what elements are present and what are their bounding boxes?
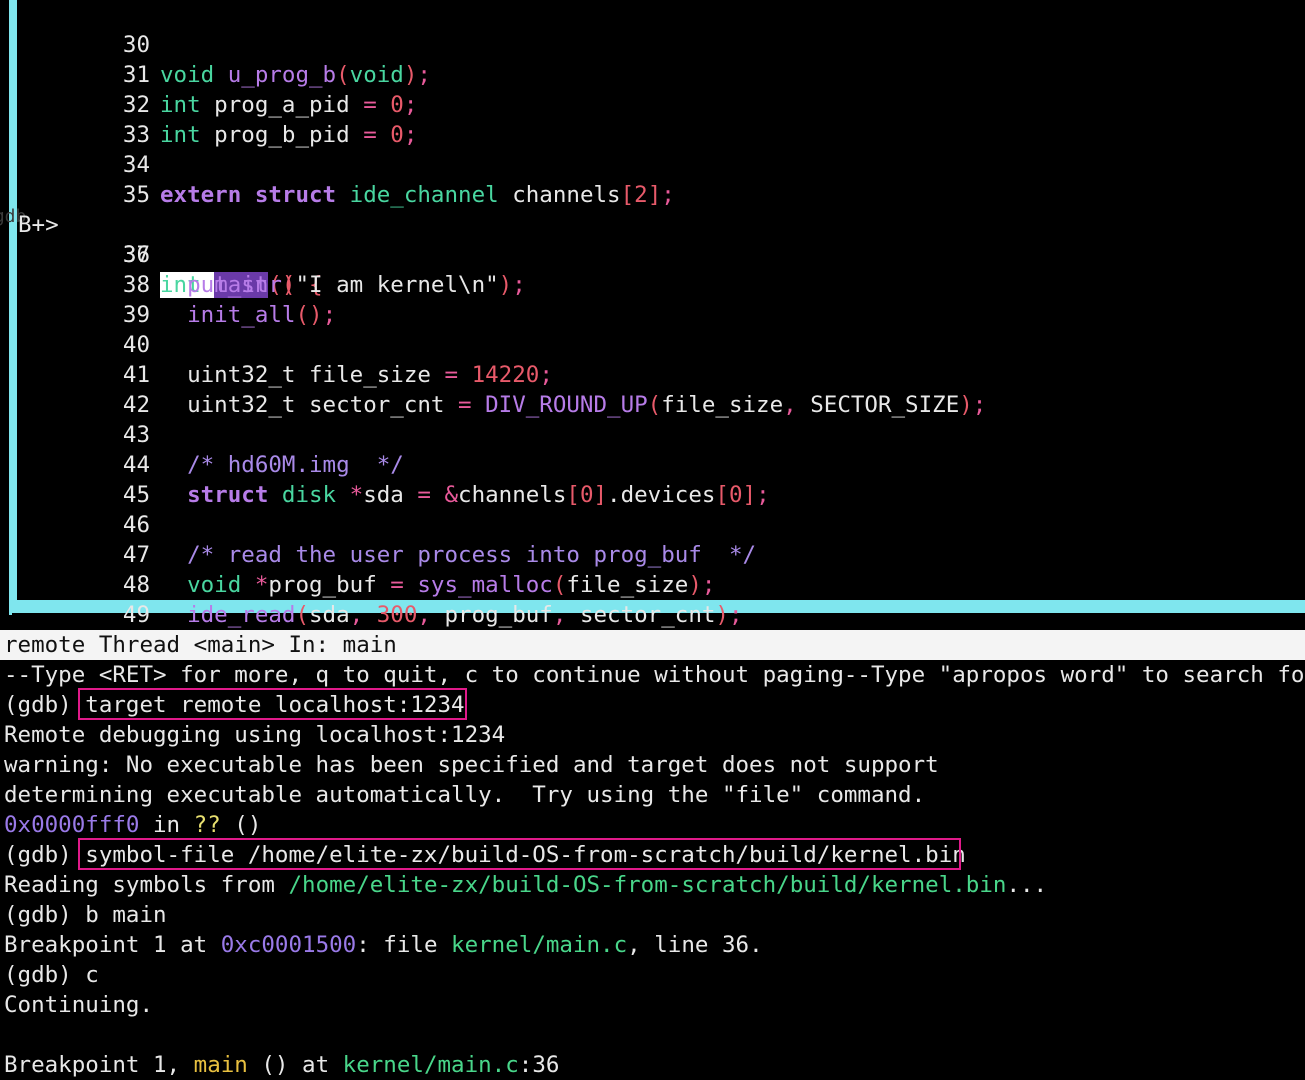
source-line: 32 int prog_b_pid = 0; — [17, 60, 1305, 148]
source-pane[interactable]: +gdb 30 void u_prog_b(void); 31 int prog… — [0, 0, 1305, 628]
source-line: 43 /* hd60M.img */ — [17, 390, 1305, 478]
source-line: 44 struct disk *sda = &channels[0].devic… — [17, 420, 1305, 508]
console-line: (gdb) b main — [4, 900, 167, 930]
console-line: Breakpoint 1 at 0xc0001500: file kernel/… — [4, 930, 763, 960]
status-bar: remote Thread <main> In: main — [0, 630, 1305, 660]
function-name: main — [193, 1052, 248, 1078]
gdb-prompt: (gdb) — [4, 692, 86, 718]
source-line: 42 — [17, 360, 1305, 418]
file-path: /home/elite-zx/build-OS-from-scratch/bui… — [288, 872, 1007, 898]
unknown-function: ?? — [193, 812, 221, 838]
text: : file — [356, 932, 452, 958]
highlight-box — [78, 838, 961, 870]
address: 0x0000fff0 — [4, 812, 140, 838]
highlight-box — [78, 688, 467, 720]
console-line: --Type <RET> for more, q to quit, c to c… — [4, 662, 1305, 688]
gdb-prompt: (gdb) — [4, 902, 86, 928]
text: Breakpoint 1 at — [4, 932, 221, 958]
console-line: Continuing. — [4, 992, 154, 1018]
command-text: c — [85, 962, 99, 988]
source-line: 37 put_str("I am kernel\n"); — [17, 210, 1305, 298]
source-line: 35 — [17, 150, 1305, 208]
source-line: 45 — [17, 450, 1305, 508]
text: () at — [247, 1052, 343, 1078]
source-line: 34 extern struct ide_channel channels[2]… — [17, 120, 1305, 208]
source-line: 33 — [17, 90, 1305, 148]
source-line: 46 /* read the user process into prog_bu… — [17, 480, 1305, 568]
source-line: 30 void u_prog_b(void); — [17, 0, 1305, 88]
text: , line 36. — [627, 932, 763, 958]
console-line: Reading symbols from /home/elite-zx/buil… — [4, 870, 1047, 900]
text: :36 — [518, 1052, 560, 1078]
command-text: b main — [85, 902, 167, 928]
console-line: Breakpoint 1, main () at kernel/main.c:3… — [4, 1050, 559, 1080]
source-line: 48 ide_read(sda, 300, prog_buf, sector_c… — [17, 540, 1305, 628]
console-line: warning: No executable has been specifie… — [4, 752, 939, 778]
source-line: 41 uint32_t sector_cnt = DIV_ROUND_UP(fi… — [17, 330, 1305, 418]
text: Breakpoint 1, — [4, 1052, 194, 1078]
gdb-prompt: (gdb) — [4, 842, 86, 868]
gdb-prompt: (gdb) — [4, 962, 86, 988]
source-line-current: B+> 36 int main() { — [17, 180, 1305, 298]
source-line: 40 uint32_t file_size = 14220; — [17, 300, 1305, 388]
source-line: 31 int prog_a_pid = 0; — [17, 30, 1305, 118]
text: () — [220, 812, 262, 838]
address: 0xc0001500 — [220, 932, 357, 958]
source-line: 49 — [17, 570, 1305, 628]
console-line: determining executable automatically. Tr… — [4, 782, 926, 808]
source-line: 38 init_all(); — [17, 240, 1305, 328]
console-line: (gdb) c — [4, 960, 99, 990]
file-path: kernel/main.c — [342, 1052, 519, 1078]
source-line: 47 void *prog_buf = sys_malloc(file_size… — [17, 510, 1305, 598]
text: Reading symbols from — [4, 872, 289, 898]
text: in — [139, 812, 194, 838]
line-number: 49 — [122, 602, 150, 628]
text: ... — [1006, 872, 1048, 898]
console-line: 0x0000fff0 in ?? () — [4, 810, 261, 840]
console-line: Remote debugging using localhost:1234 — [4, 722, 506, 748]
file-path: kernel/main.c — [451, 932, 628, 958]
source-line: 39 — [17, 270, 1305, 328]
source-pane-border-left — [9, 0, 17, 602]
code-text: ide_read(sda, 300, prog_buf, sector_cnt)… — [187, 602, 743, 628]
